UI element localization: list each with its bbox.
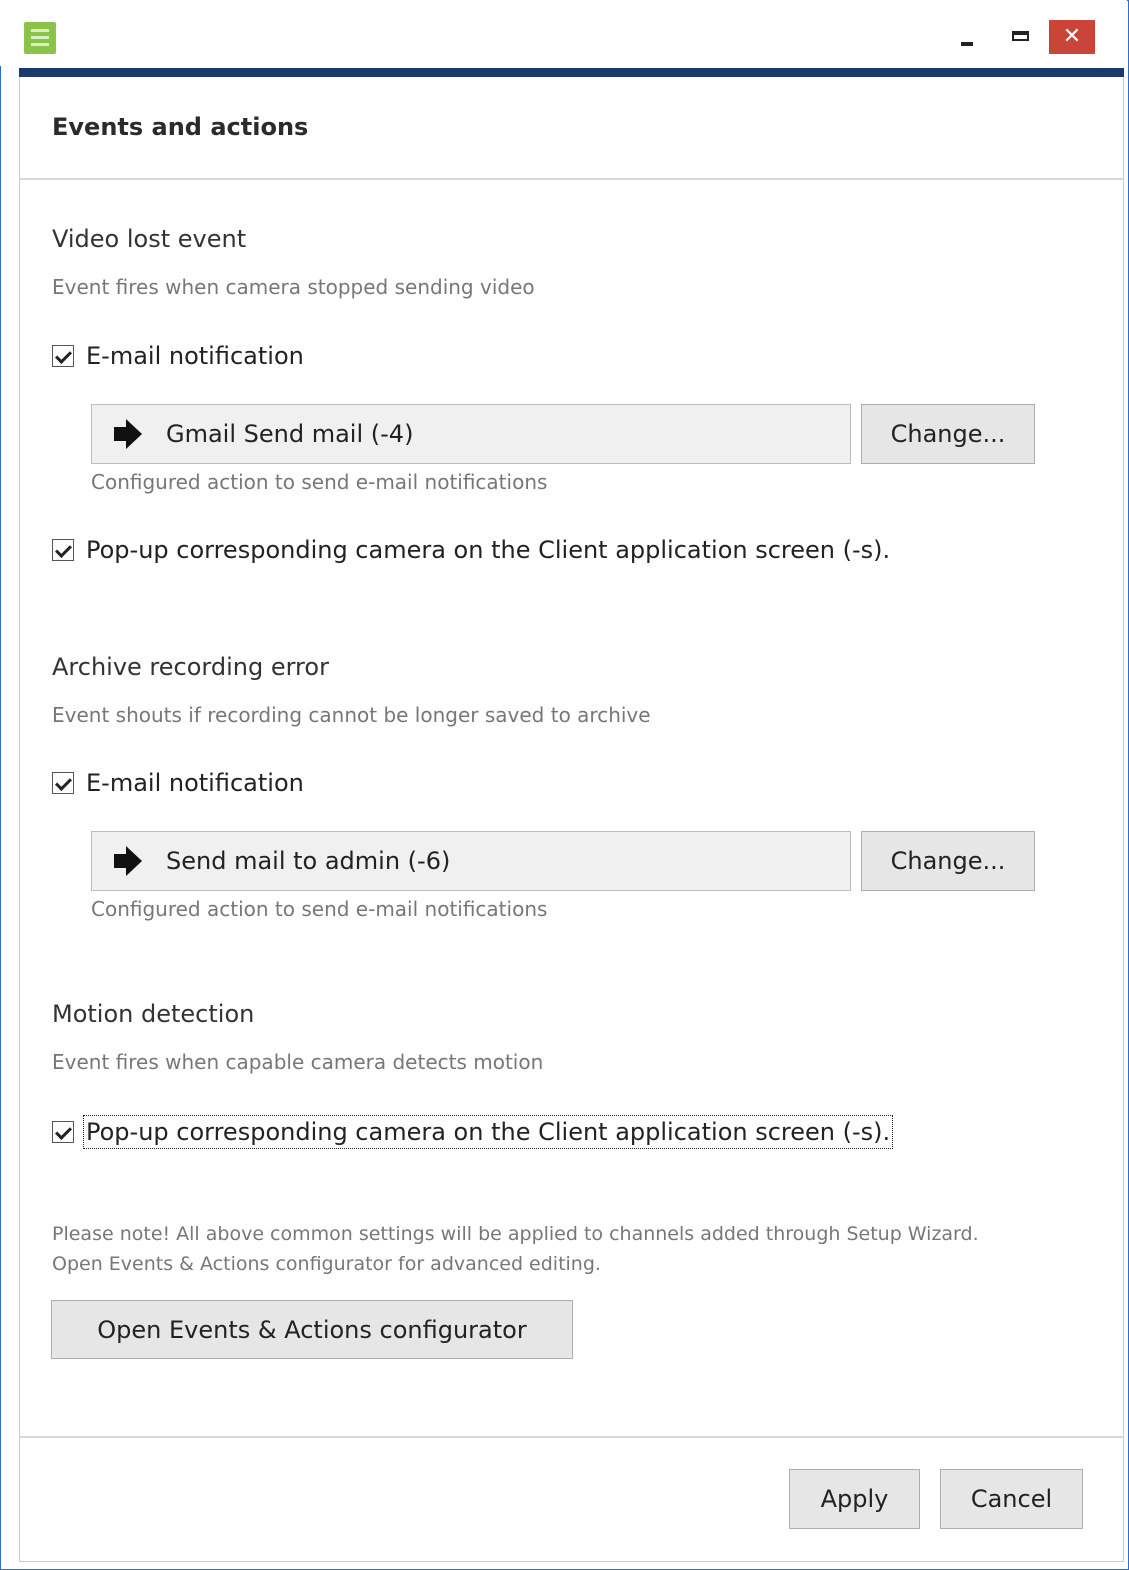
checkbox-checked-icon[interactable] <box>52 772 74 794</box>
checkbox-checked-icon[interactable] <box>52 345 74 367</box>
action-hint: Configured action to send e-mail notific… <box>91 897 548 921</box>
header-divider <box>19 178 1124 180</box>
checkbox-checked-icon[interactable] <box>52 1121 74 1143</box>
apply-button[interactable]: Apply <box>789 1469 920 1529</box>
cancel-button[interactable]: Cancel <box>940 1469 1083 1529</box>
section-title-video-lost: Video lost event <box>52 225 247 253</box>
open-configurator-button[interactable]: Open Events & Actions configurator <box>51 1300 573 1359</box>
title-bar: ✕ <box>0 0 1127 66</box>
popup-camera-label: Pop-up corresponding camera on the Clien… <box>86 536 891 564</box>
change-action-button-video-lost[interactable]: Change... <box>861 404 1035 464</box>
email-notification-checkbox-archive-error[interactable]: E-mail notification <box>52 765 304 801</box>
email-notification-label: E-mail notification <box>86 769 304 797</box>
section-title-archive-error: Archive recording error <box>52 653 329 681</box>
section-desc-video-lost: Event fires when camera stopped sending … <box>52 275 535 299</box>
popup-camera-checkbox-motion[interactable]: Pop-up corresponding camera on the Clien… <box>52 1114 894 1150</box>
popup-camera-checkbox-video-lost[interactable]: Pop-up corresponding camera on the Clien… <box>52 532 890 568</box>
checkbox-checked-icon[interactable] <box>52 539 74 561</box>
section-title-motion-detection: Motion detection <box>52 1000 255 1028</box>
section-desc-archive-error: Event shouts if recording cannot be long… <box>52 703 651 727</box>
action-hint: Configured action to send e-mail notific… <box>91 470 548 494</box>
close-button[interactable]: ✕ <box>1049 20 1095 54</box>
email-notification-label: E-mail notification <box>86 342 304 370</box>
note-text-line1: Please note! All above common settings w… <box>52 1223 979 1245</box>
popup-camera-label: Pop-up corresponding camera on the Clien… <box>82 1115 894 1149</box>
app-list-icon <box>24 22 56 54</box>
minimize-icon[interactable] <box>958 24 980 50</box>
maximize-icon[interactable] <box>1008 24 1034 50</box>
page-title: Events and actions <box>52 113 309 141</box>
arrow-right-icon <box>114 846 144 876</box>
action-field-video-lost: Gmail Send mail (-4) <box>91 404 851 464</box>
action-label: Send mail to admin (-6) <box>166 847 451 875</box>
action-label: Gmail Send mail (-4) <box>166 420 414 448</box>
footer-divider <box>19 1436 1124 1438</box>
action-field-archive-error: Send mail to admin (-6) <box>91 831 851 891</box>
change-action-button-archive-error[interactable]: Change... <box>861 831 1035 891</box>
email-notification-checkbox-video-lost[interactable]: E-mail notification <box>52 338 304 374</box>
section-desc-motion-detection: Event fires when capable camera detects … <box>52 1050 544 1074</box>
accent-bar <box>19 68 1124 77</box>
arrow-right-icon <box>114 419 144 449</box>
note-text-line2: Open Events & Actions configurator for a… <box>52 1253 601 1275</box>
